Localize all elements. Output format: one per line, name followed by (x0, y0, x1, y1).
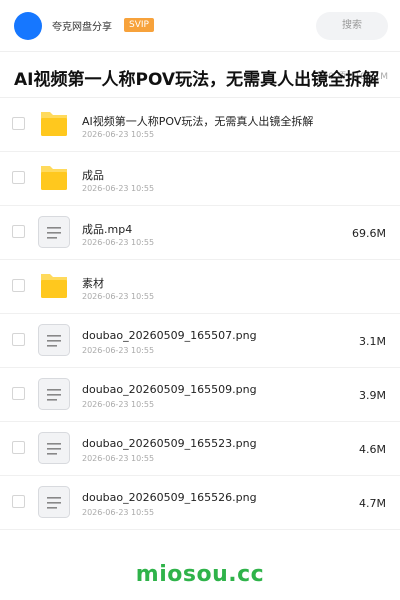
file-name[interactable]: doubao_20260509_165523.png (82, 437, 257, 450)
row-checkbox[interactable] (12, 441, 25, 454)
file-name[interactable]: 素材 (82, 275, 104, 291)
document-icon (38, 216, 70, 248)
file-name[interactable]: 成品.mp4 (82, 221, 132, 237)
document-icon (38, 378, 70, 410)
search-button[interactable]: 搜索 (316, 12, 388, 40)
file-name[interactable]: 成品 (82, 167, 104, 183)
file-date: 2026-06-23 10:55 (82, 346, 155, 355)
share-page: 夸克网盘分享 SVIP 搜索 0 项 · 191.1M AI视频第一人称POV玩… (0, 0, 400, 600)
row-checkbox[interactable] (12, 333, 25, 346)
row-checkbox[interactable] (12, 225, 25, 238)
file-date: 2026-06-23 10:55 (82, 130, 155, 139)
folder-icon (38, 162, 70, 194)
row-checkbox[interactable] (12, 495, 25, 508)
file-size: 4.6M (359, 443, 386, 456)
row-checkbox[interactable] (12, 171, 25, 184)
document-icon (38, 432, 70, 464)
folder-icon (38, 108, 70, 140)
watermark: miosou.cc (135, 562, 265, 587)
file-date: 2026-06-23 10:55 (82, 508, 155, 517)
file-row[interactable]: 素材 2026-06-23 10:55 (0, 260, 400, 314)
file-row[interactable]: doubao_20260509_165523.png 2026-06-23 10:… (0, 422, 400, 476)
folder-icon (38, 270, 70, 302)
file-name[interactable]: doubao_20260509_165526.png (82, 491, 257, 504)
file-size: 3.1M (359, 335, 386, 348)
share-owner-name: 夸克网盘分享 (52, 22, 112, 33)
file-row[interactable]: 成品.mp4 2026-06-23 10:55 69.6M (0, 206, 400, 260)
file-date: 2026-06-23 10:55 (82, 454, 155, 463)
file-row[interactable]: doubao_20260509_165509.png 2026-06-23 10:… (0, 368, 400, 422)
row-checkbox[interactable] (12, 387, 25, 400)
file-date: 2026-06-23 10:55 (82, 292, 155, 301)
file-row[interactable]: 成品 2026-06-23 10:55 (0, 152, 400, 206)
svip-badge: SVIP (124, 18, 154, 32)
file-row[interactable]: doubao_20260509_165526.png 2026-06-23 10:… (0, 476, 400, 530)
file-row[interactable]: doubao_20260509_165507.png 2026-06-23 10:… (0, 314, 400, 368)
page-title: AI视频第一人称POV玩法，无需真人出镜全拆解 (14, 70, 380, 90)
document-icon (38, 486, 70, 518)
file-row[interactable]: AI视频第一人称POV玩法，无需真人出镜全拆解 2026-06-23 10:55 (0, 98, 400, 152)
file-size: 69.6M (352, 227, 386, 240)
file-date: 2026-06-23 10:55 (82, 238, 155, 247)
row-checkbox[interactable] (12, 279, 25, 292)
file-name[interactable]: AI视频第一人称POV玩法，无需真人出镜全拆解 (82, 113, 313, 129)
file-name[interactable]: doubao_20260509_165507.png (82, 329, 257, 342)
file-list: AI视频第一人称POV玩法，无需真人出镜全拆解 2026-06-23 10:55 … (0, 98, 400, 530)
file-size: 3.9M (359, 389, 386, 402)
file-name[interactable]: doubao_20260509_165509.png (82, 383, 257, 396)
row-checkbox[interactable] (12, 117, 25, 130)
file-date: 2026-06-23 10:55 (82, 184, 155, 193)
header: 夸克网盘分享 SVIP 搜索 (0, 0, 400, 52)
title-row: 0 项 · 191.1M AI视频第一人称POV玩法，无需真人出镜全拆解 (0, 52, 400, 98)
avatar[interactable] (14, 12, 42, 40)
file-size: 4.7M (359, 497, 386, 510)
document-icon (38, 324, 70, 356)
file-date: 2026-06-23 10:55 (82, 400, 155, 409)
